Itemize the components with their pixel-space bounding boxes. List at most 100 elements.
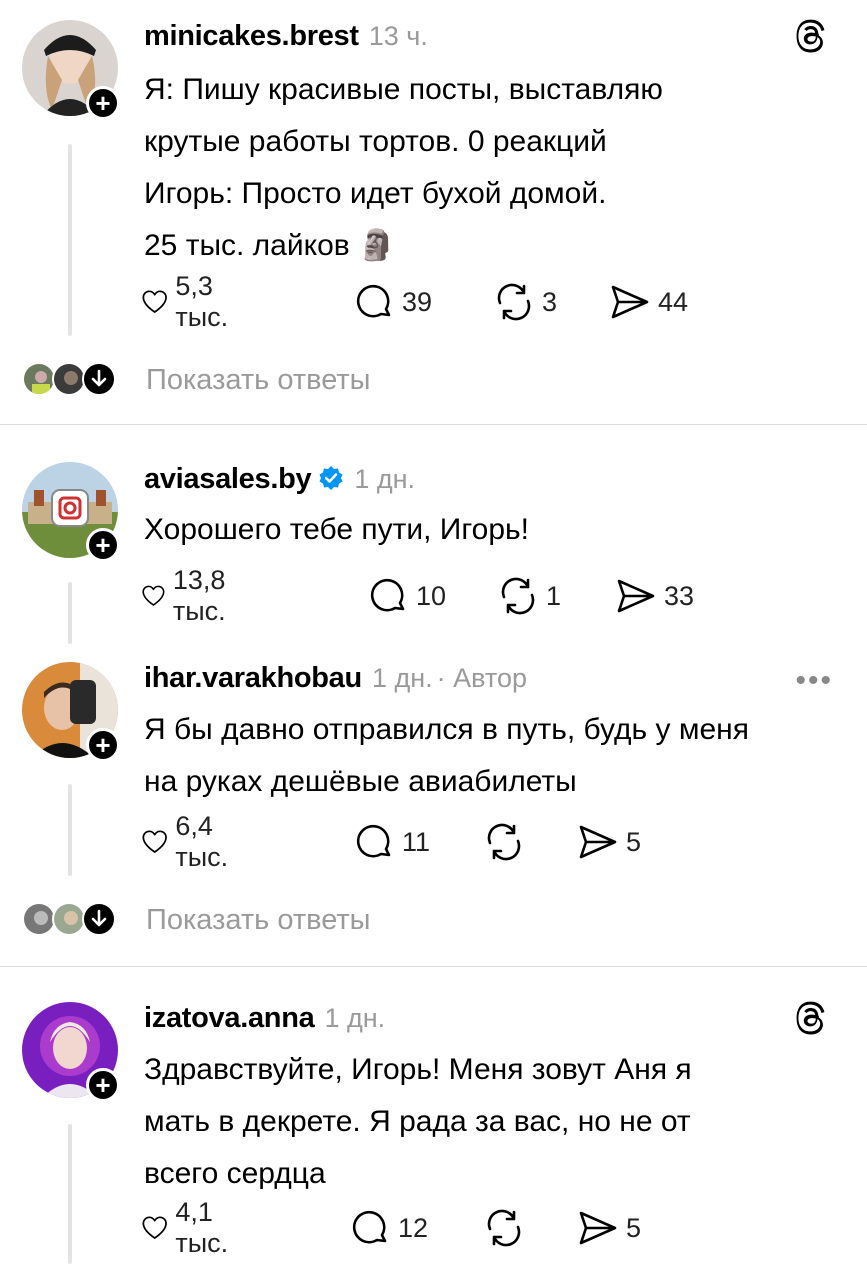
threads-logo-icon[interactable] <box>793 1000 831 1038</box>
heart-icon <box>142 290 167 313</box>
like-count: 4,1 тыс. <box>175 1197 229 1258</box>
verified-badge-icon <box>319 466 343 490</box>
heart-icon <box>142 585 165 606</box>
reply-avatar <box>22 902 56 936</box>
timestamp: 13 ч. <box>368 21 428 51</box>
heart-icon <box>142 830 167 853</box>
more-options-icon[interactable]: ••• <box>795 664 833 698</box>
post-line: Игорь: Просто идет бухой домой. <box>144 177 607 210</box>
reply-avatar <box>52 902 86 936</box>
comment-count: 39 <box>402 286 433 317</box>
threads-logo-icon[interactable] <box>793 18 831 56</box>
post-body: Здравствуйте, Игорь! Меня зовут Аня я ма… <box>144 1044 844 1200</box>
reply-avatars <box>22 362 122 398</box>
show-replies-label[interactable]: Показать ответы <box>146 904 370 937</box>
share-count: 33 <box>664 580 695 611</box>
like-button[interactable]: 5,3 тыс. <box>142 271 241 332</box>
post-body: Я бы давно отправился в путь, будь у мен… <box>144 704 844 808</box>
comment-bubble-icon <box>370 578 405 612</box>
comment-count: 10 <box>416 580 447 611</box>
author-tag: · Автор <box>436 663 527 693</box>
repost-icon <box>501 577 535 615</box>
comment-button[interactable]: 12 <box>352 1208 428 1248</box>
divider <box>0 966 867 967</box>
post-line: крутые работы тортов. 0 реакций <box>144 125 607 158</box>
comment-button[interactable]: 39 <box>356 282 432 322</box>
like-button[interactable]: 6,4 тыс. <box>142 811 241 872</box>
thread-line <box>68 144 72 336</box>
username[interactable]: minicakes.brest <box>144 20 359 53</box>
reply-avatar <box>52 362 86 396</box>
send-icon <box>579 1211 617 1245</box>
post-header: ihar.varakhobau 1 дн. · Автор <box>144 662 527 695</box>
thread-line <box>68 582 72 644</box>
repost-icon <box>487 823 521 861</box>
share-button[interactable]: 5 <box>578 1208 641 1248</box>
post-line: мать в декрете. Я рада за вас, но не от <box>144 1105 691 1138</box>
send-icon <box>617 579 655 613</box>
arrow-down-icon <box>82 362 116 396</box>
post-line: всего сердца <box>144 1157 326 1190</box>
repost-button[interactable] <box>484 822 532 862</box>
repost-button[interactable]: 1 <box>498 576 561 616</box>
show-replies-row[interactable]: Показать ответы <box>22 902 370 938</box>
post-header: aviasales.by 1 дн. <box>144 462 415 496</box>
share-button[interactable]: 33 <box>616 576 694 616</box>
thread-line <box>68 784 72 876</box>
post-line: Я: Пишу красивые посты, выставляю <box>144 73 663 106</box>
like-count: 13,8 тыс. <box>172 565 226 626</box>
repost-count: 1 <box>546 580 562 611</box>
comment-bubble-icon <box>352 1210 387 1244</box>
post-header: minicakes.brest 13 ч. <box>144 20 428 53</box>
post-line: 25 тыс. лайков <box>144 229 350 262</box>
username[interactable]: ihar.varakhobau <box>144 662 362 695</box>
post-body: Хорошего тебе пути, Игорь! <box>144 504 844 556</box>
timestamp: 1 дн. <box>371 663 433 693</box>
comment-bubble-icon <box>356 284 391 318</box>
post-line: Здравствуйте, Игорь! Меня зовут Аня я <box>144 1053 692 1086</box>
follow-plus-icon[interactable]: + <box>86 1068 120 1102</box>
follow-plus-icon[interactable]: + <box>86 528 120 562</box>
username[interactable]: aviasales.by <box>144 463 312 496</box>
timestamp: 1 дн. <box>324 1003 386 1033</box>
share-button[interactable]: 5 <box>578 822 641 862</box>
show-replies-row[interactable]: Показать ответы <box>22 362 370 398</box>
like-count: 6,4 тыс. <box>175 811 229 872</box>
moai-emoji: 🗿 <box>358 229 396 262</box>
repost-count: 3 <box>542 286 558 317</box>
comment-button[interactable]: 11 <box>356 822 430 862</box>
repost-icon <box>497 283 531 321</box>
post-line: Я бы давно отправился в путь, будь у мен… <box>144 713 749 746</box>
post-line: на руках дешёвые авиабилеты <box>144 765 577 798</box>
timestamp: 1 дн. <box>354 464 416 494</box>
post-line: Хорошего тебе пути, Игорь! <box>144 513 529 546</box>
share-count: 5 <box>626 826 642 857</box>
reply-avatar <box>22 362 56 396</box>
send-icon <box>579 825 617 859</box>
comment-count: 12 <box>398 1212 429 1243</box>
repost-button[interactable]: 3 <box>494 282 557 322</box>
comment-bubble-icon <box>356 824 391 858</box>
show-replies-label[interactable]: Показать ответы <box>146 364 370 397</box>
like-count: 5,3 тыс. <box>175 271 229 332</box>
follow-plus-icon[interactable]: + <box>86 86 120 120</box>
like-button[interactable]: 4,1 тыс. <box>142 1197 241 1258</box>
send-icon <box>611 285 649 319</box>
reply-avatars <box>22 902 122 938</box>
repost-icon <box>487 1209 521 1247</box>
follow-plus-icon[interactable]: + <box>86 728 120 762</box>
arrow-down-icon <box>82 902 116 936</box>
username[interactable]: izatova.anna <box>144 1002 315 1035</box>
comment-button[interactable]: 10 <box>370 576 446 616</box>
comment-count: 11 <box>402 826 431 857</box>
repost-button[interactable] <box>484 1208 532 1248</box>
share-count: 5 <box>626 1212 642 1243</box>
divider <box>0 424 867 425</box>
thread-line <box>68 1124 72 1264</box>
share-button[interactable]: 44 <box>610 282 688 322</box>
heart-icon <box>142 1216 167 1239</box>
post-header: izatova.anna 1 дн. <box>144 1002 385 1035</box>
post-body: Я: Пишу красивые посты, выставляю крутые… <box>144 64 844 272</box>
share-count: 44 <box>658 286 689 317</box>
like-button[interactable]: 13,8 тыс. <box>142 565 241 626</box>
